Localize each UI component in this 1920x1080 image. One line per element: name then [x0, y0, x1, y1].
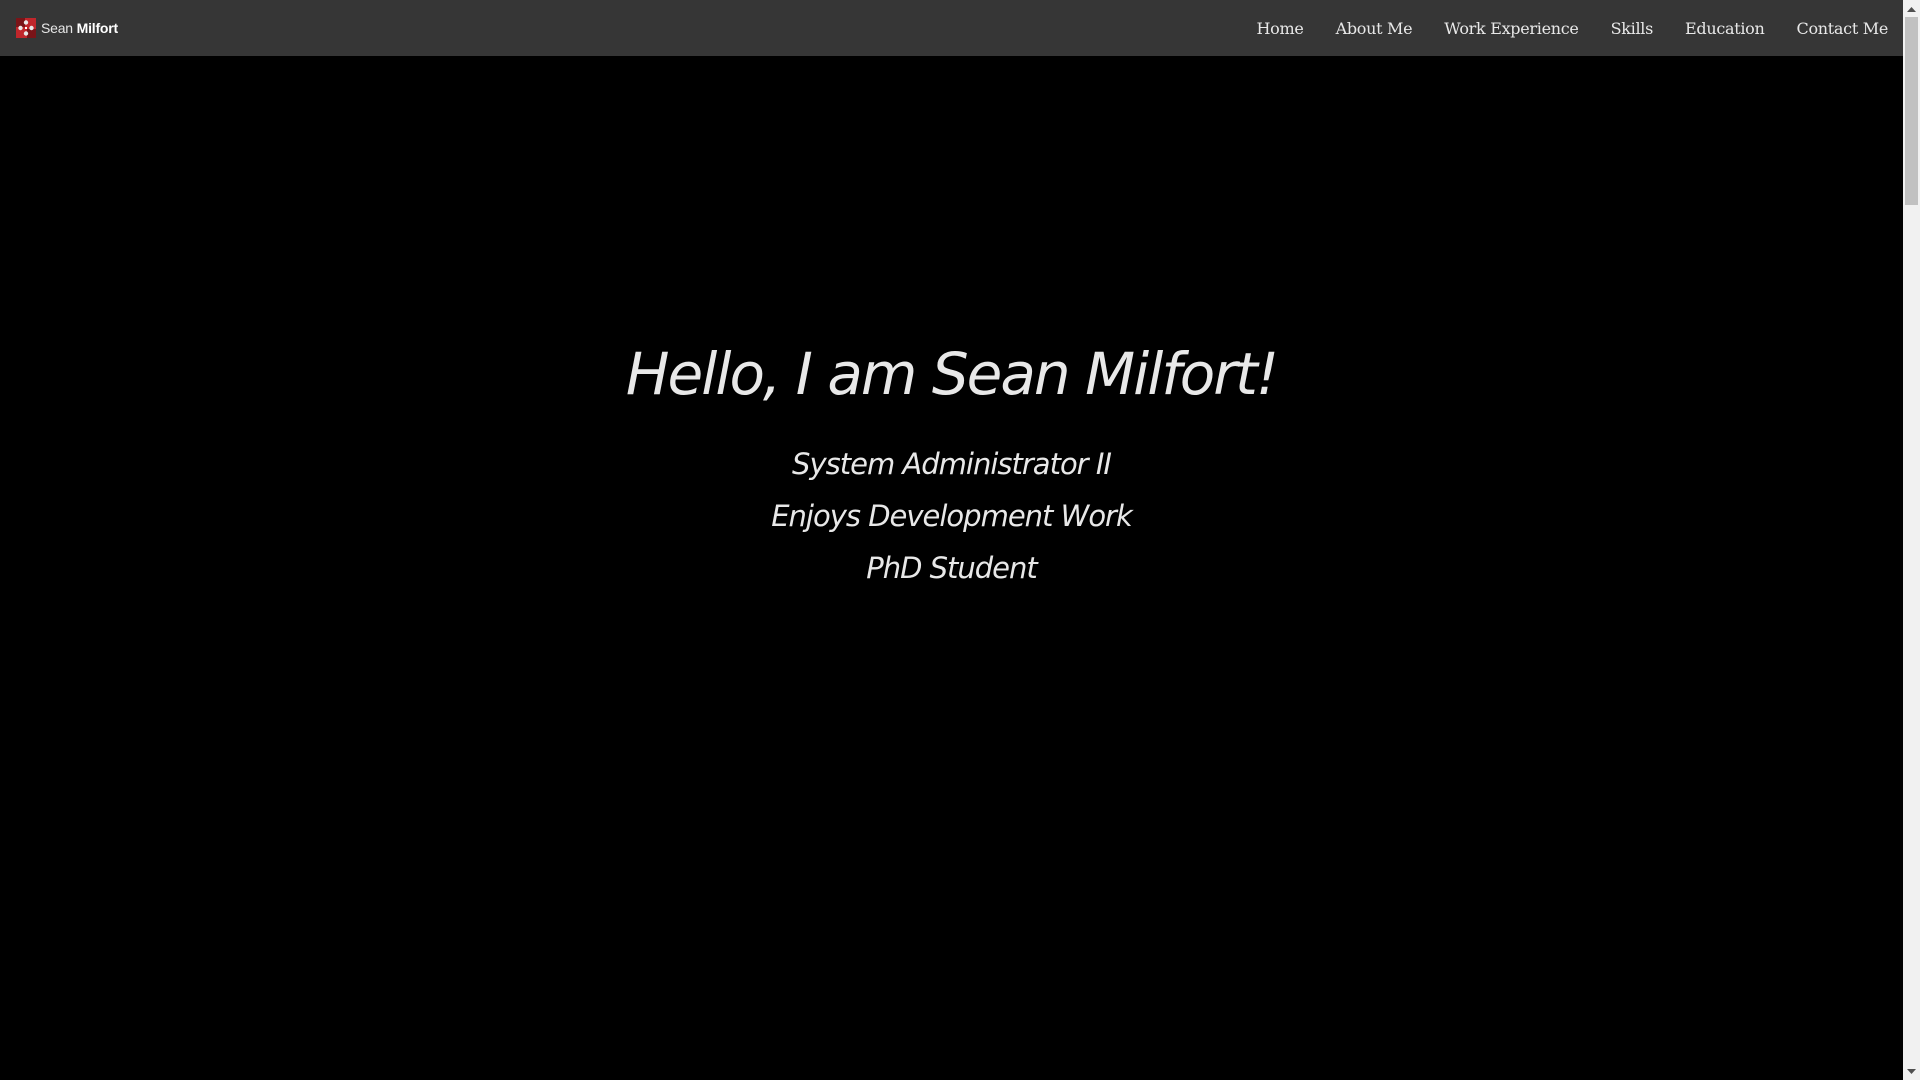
hero-subtitle-role: System Administrator II: [792, 447, 1112, 481]
nav-item-work-experience[interactable]: Work Experience: [1444, 19, 1579, 38]
scrollbar-thumb[interactable]: [1905, 17, 1918, 205]
hero-title: Hello, I am Sean Milfort!: [625, 340, 1279, 408]
scroll-up-arrow-icon[interactable]: [1903, 0, 1920, 17]
brand-first-name: Sean: [41, 20, 73, 36]
nav-item-skills[interactable]: Skills: [1611, 19, 1654, 38]
brand-name: Sean Milfort: [41, 20, 118, 36]
hero-subtitle-interest: Enjoys Development Work: [771, 499, 1133, 533]
nav-item-about-me[interactable]: About Me: [1336, 19, 1413, 38]
brand-link[interactable]: Sean Milfort: [15, 17, 118, 39]
nav-item-education[interactable]: Education: [1685, 19, 1765, 38]
hero-subtitle-education: PhD Student: [866, 551, 1038, 585]
brand-last-name: Milfort: [76, 20, 119, 36]
page-scrollbar[interactable]: [1903, 0, 1920, 1080]
nav-item-contact-me[interactable]: Contact Me: [1797, 19, 1889, 38]
nav-menu: Home About Me Work Experience Skills Edu…: [1225, 0, 1889, 56]
scroll-down-arrow-icon[interactable]: [1903, 1063, 1920, 1080]
nav-item-home[interactable]: Home: [1257, 19, 1304, 38]
puzzle-logo-icon: [16, 18, 36, 38]
top-navbar: Sean Milfort Home About Me Work Experien…: [0, 0, 1903, 56]
